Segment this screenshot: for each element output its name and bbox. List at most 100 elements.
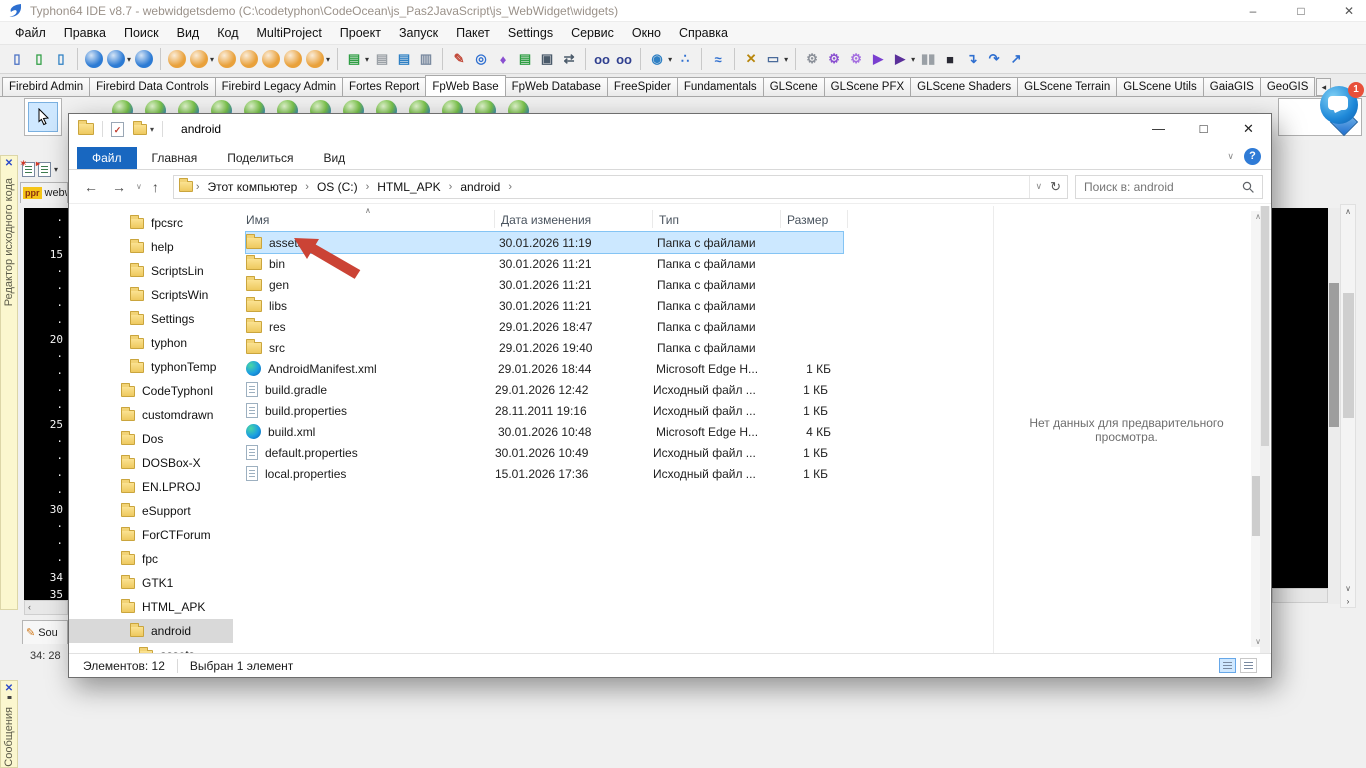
breadcrumb-item-Этот компьютер[interactable]: Этот компьютер [203,180,303,194]
tree-item-Settings[interactable]: Settings [69,307,233,331]
details-view-icon[interactable] [1219,658,1236,673]
tab-Fundamentals[interactable]: Fundamentals [677,77,764,97]
tab-GLScene[interactable]: GLScene [763,77,825,97]
tree-item-HTML_APK[interactable]: HTML_APK [69,595,233,619]
debug-run-dropdown-icon[interactable]: ▾ [911,55,915,64]
file-row-src[interactable]: src29.01.2026 19:40Папка с файлами [246,337,843,358]
menu-item-Окно[interactable]: Окно [623,23,670,43]
tab-GaiaGIS[interactable]: GaiaGIS [1203,77,1261,97]
menu-item-Пакет[interactable]: Пакет [447,23,499,43]
open-project-dropdown-icon[interactable]: ▾ [127,55,131,64]
save-all-icon[interactable]: ▤ [394,49,414,69]
breadcrumb-item-OS (C:)[interactable]: OS (C:) [312,180,363,194]
column-divider[interactable] [847,210,848,228]
copy-doc-icon[interactable]: ✶ [22,162,35,177]
editor-gutter[interactable]: ··15····20····25····30···3435 [24,208,68,600]
column-divider[interactable] [652,210,653,228]
editor-vscrollbar[interactable] [1328,208,1340,604]
package-load-icon[interactable] [240,50,258,68]
tab-GLScene Shaders[interactable]: GLScene Shaders [910,77,1018,97]
tab-Firebird Data Controls[interactable]: Firebird Data Controls [89,77,215,97]
web-globe-dropdown-icon[interactable]: ▾ [668,55,672,64]
quick-access-properties-icon[interactable]: ✓ [111,122,124,137]
menu-item-Вид[interactable]: Вид [168,23,209,43]
copy-icon[interactable]: ▥ [416,49,436,69]
target-monitor-dropdown-icon[interactable]: ▾ [784,55,788,64]
tree-item-eSupport[interactable]: eSupport [69,499,233,523]
menu-item-MultiProject[interactable]: MultiProject [248,23,331,43]
tab-GeoGIS[interactable]: GeoGIS [1260,77,1316,97]
outer-vscrollbar-thumb[interactable] [1343,293,1354,418]
forward-button[interactable]: → [105,179,133,195]
open-unit-icon[interactable] [85,50,103,68]
editor-vscrollbar-thumb[interactable] [1329,283,1339,427]
tree-item-fpcsrc[interactable]: fpcsrc [69,211,233,235]
tree-item-android[interactable]: android [69,619,233,643]
build-icon[interactable]: ⚙ [824,49,844,69]
tab-FreeSpider[interactable]: FreeSpider [607,77,678,97]
tree-item-typhonTemp[interactable]: typhonTemp [69,355,233,379]
web-globe-icon[interactable]: ◉ [647,49,667,69]
tab-Firebird Admin[interactable]: Firebird Admin [2,77,90,97]
package-save-icon[interactable] [218,50,236,68]
tab-GLScene PFX[interactable]: GLScene PFX [824,77,912,97]
view-docs-icon[interactable]: ▤ [515,49,535,69]
pin-icon[interactable] [5,695,14,699]
tab-FpWeb Base[interactable]: FpWeb Base [425,75,505,97]
inspect-icon[interactable]: ◎ [471,49,491,69]
menu-item-Справка[interactable]: Справка [670,23,737,43]
select-tool-button[interactable] [24,98,62,136]
scroll-down-icon[interactable]: ∨ [1341,584,1355,593]
new-frame-icon[interactable]: ▯ [51,49,71,69]
column-header-type[interactable]: Тип [659,213,679,227]
notification-bubble-icon[interactable]: 1 [1320,84,1362,124]
file-row-res[interactable]: res29.01.2026 18:47Папка с файлами [246,316,843,337]
dock-dropdown-icon[interactable]: ▾ [54,165,58,174]
tree-item-ForCTForum[interactable]: ForCTForum [69,523,233,547]
column-header-name[interactable]: Имя [246,213,269,227]
target-monitor-icon[interactable]: ▭ [763,49,783,69]
ribbon-collapse-icon[interactable]: ∨ [1227,151,1234,162]
package-find-icon[interactable] [262,50,280,68]
search-input[interactable] [1084,180,1242,194]
breadcrumb-item-android[interactable]: android [455,180,505,194]
package-open-file-icon[interactable] [168,50,186,68]
menu-item-Поиск[interactable]: Поиск [115,23,168,43]
step-out-icon[interactable]: ↗ [1006,49,1026,69]
quick-access-customize-icon[interactable]: ▾ [150,125,154,134]
list-doc-icon[interactable]: ▸ [38,162,51,177]
tab-GLScene Terrain[interactable]: GLScene Terrain [1017,77,1117,97]
tree-item-typhon[interactable]: typhon [69,331,233,355]
form-edit-icon[interactable]: ✎ [449,49,469,69]
file-row-assets[interactable]: assets30.01.2026 11:19Папка с файлами [246,232,843,253]
help-button[interactable]: ? [1244,148,1261,165]
open-project-icon[interactable] [107,50,125,68]
outer-vscrollbar[interactable]: ∧ ∨ › [1340,204,1356,608]
tree-item-CodeTyphonI[interactable]: CodeTyphonI [69,379,233,403]
menu-item-Правка[interactable]: Правка [55,23,115,43]
tab-GLScene Utils[interactable]: GLScene Utils [1116,77,1204,97]
tree-item-fpc[interactable]: fpc [69,547,233,571]
project-list-icon[interactable]: ▤ [344,49,364,69]
tree-item-customdrawn[interactable]: customdrawn [69,403,233,427]
components-icon[interactable]: ♦ [493,49,513,69]
tree-item-assets[interactable]: assets [69,643,233,653]
ribbon-tab-Файл[interactable]: Файл [77,147,137,169]
file-row-libs[interactable]: libs30.01.2026 11:21Папка с файлами [246,295,843,316]
new-unit-icon[interactable]: ▯ [7,49,27,69]
explorer-scrollbar[interactable] [1260,206,1270,653]
explorer-scrollbar-thumb[interactable] [1261,206,1269,446]
ide-minimize-button[interactable]: – [1246,4,1260,18]
stop-icon[interactable]: ■ [940,49,960,69]
file-row-build.gradle[interactable]: build.gradle29.01.2026 12:42Исходный фай… [246,379,843,400]
project-list-dropdown-icon[interactable]: ▾ [365,55,369,64]
file-row-bin[interactable]: bin30.01.2026 11:21Папка с файлами [246,253,843,274]
file-row-build.xml[interactable]: build.xml30.01.2026 10:48Microsoft Edge … [246,421,843,442]
package-config-dropdown-icon[interactable]: ▾ [326,55,330,64]
column-divider[interactable] [780,210,781,228]
breadcrumb[interactable]: ›Этот компьютер›OS (C:)›HTML_APK›android… [173,175,1068,199]
scroll-right-icon[interactable]: › [1341,597,1355,606]
file-row-default.properties[interactable]: default.properties30.01.2026 10:49Исходн… [246,442,843,463]
find-in-files-icon[interactable]: oo [614,49,634,69]
build-config-icon[interactable]: ⚙ [802,49,822,69]
